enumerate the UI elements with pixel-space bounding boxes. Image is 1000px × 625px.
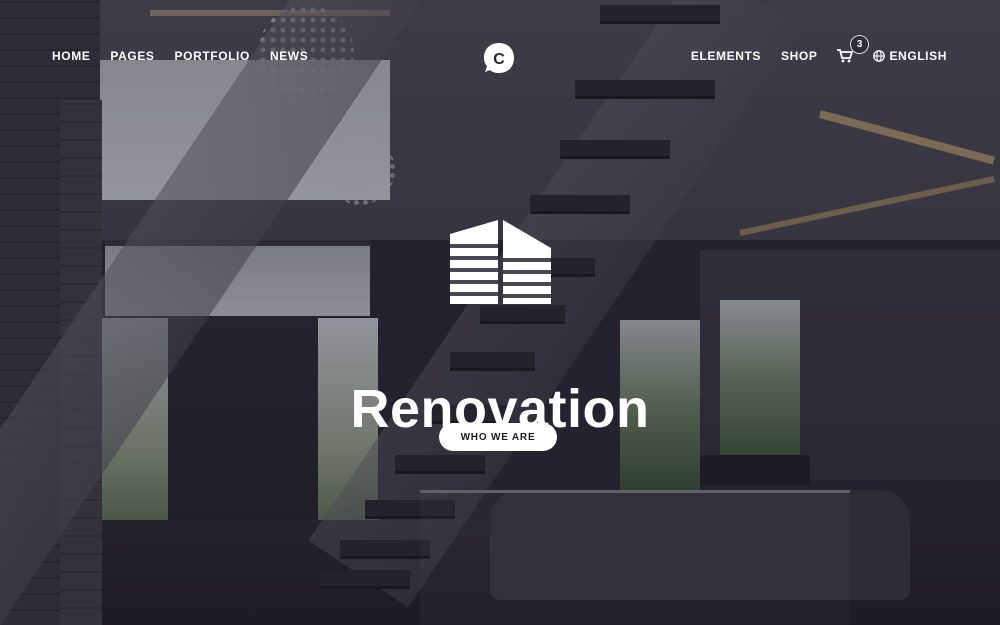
nav-news[interactable]: NEWS [270, 47, 308, 65]
globe-icon [873, 50, 886, 62]
nav-pages[interactable]: PAGES [110, 47, 154, 65]
shopping-cart-icon [837, 49, 854, 63]
main-nav: HOME PAGES PORTFOLIO NEWS [52, 47, 308, 65]
building-icon [450, 220, 551, 304]
nav-elements[interactable]: ELEMENTS [691, 47, 761, 65]
logo-letter: C [493, 51, 505, 68]
cart-button[interactable]: 3 [837, 35, 870, 63]
nav-home[interactable]: HOME [52, 47, 90, 65]
secondary-nav: ELEMENTS SHOP 3 ENGLISH [691, 35, 947, 65]
cart-count-badge: 3 [850, 35, 870, 54]
nav-shop[interactable]: SHOP [781, 47, 817, 65]
nav-portfolio[interactable]: PORTFOLIO [175, 47, 250, 65]
logo-icon: C [484, 43, 514, 73]
language-selector[interactable]: ENGLISH [873, 47, 947, 65]
language-label: ENGLISH [889, 49, 947, 63]
site-logo[interactable]: C [482, 41, 516, 75]
hero-background-image [0, 0, 1000, 625]
who-we-are-button[interactable]: WHO WE ARE [439, 423, 557, 451]
